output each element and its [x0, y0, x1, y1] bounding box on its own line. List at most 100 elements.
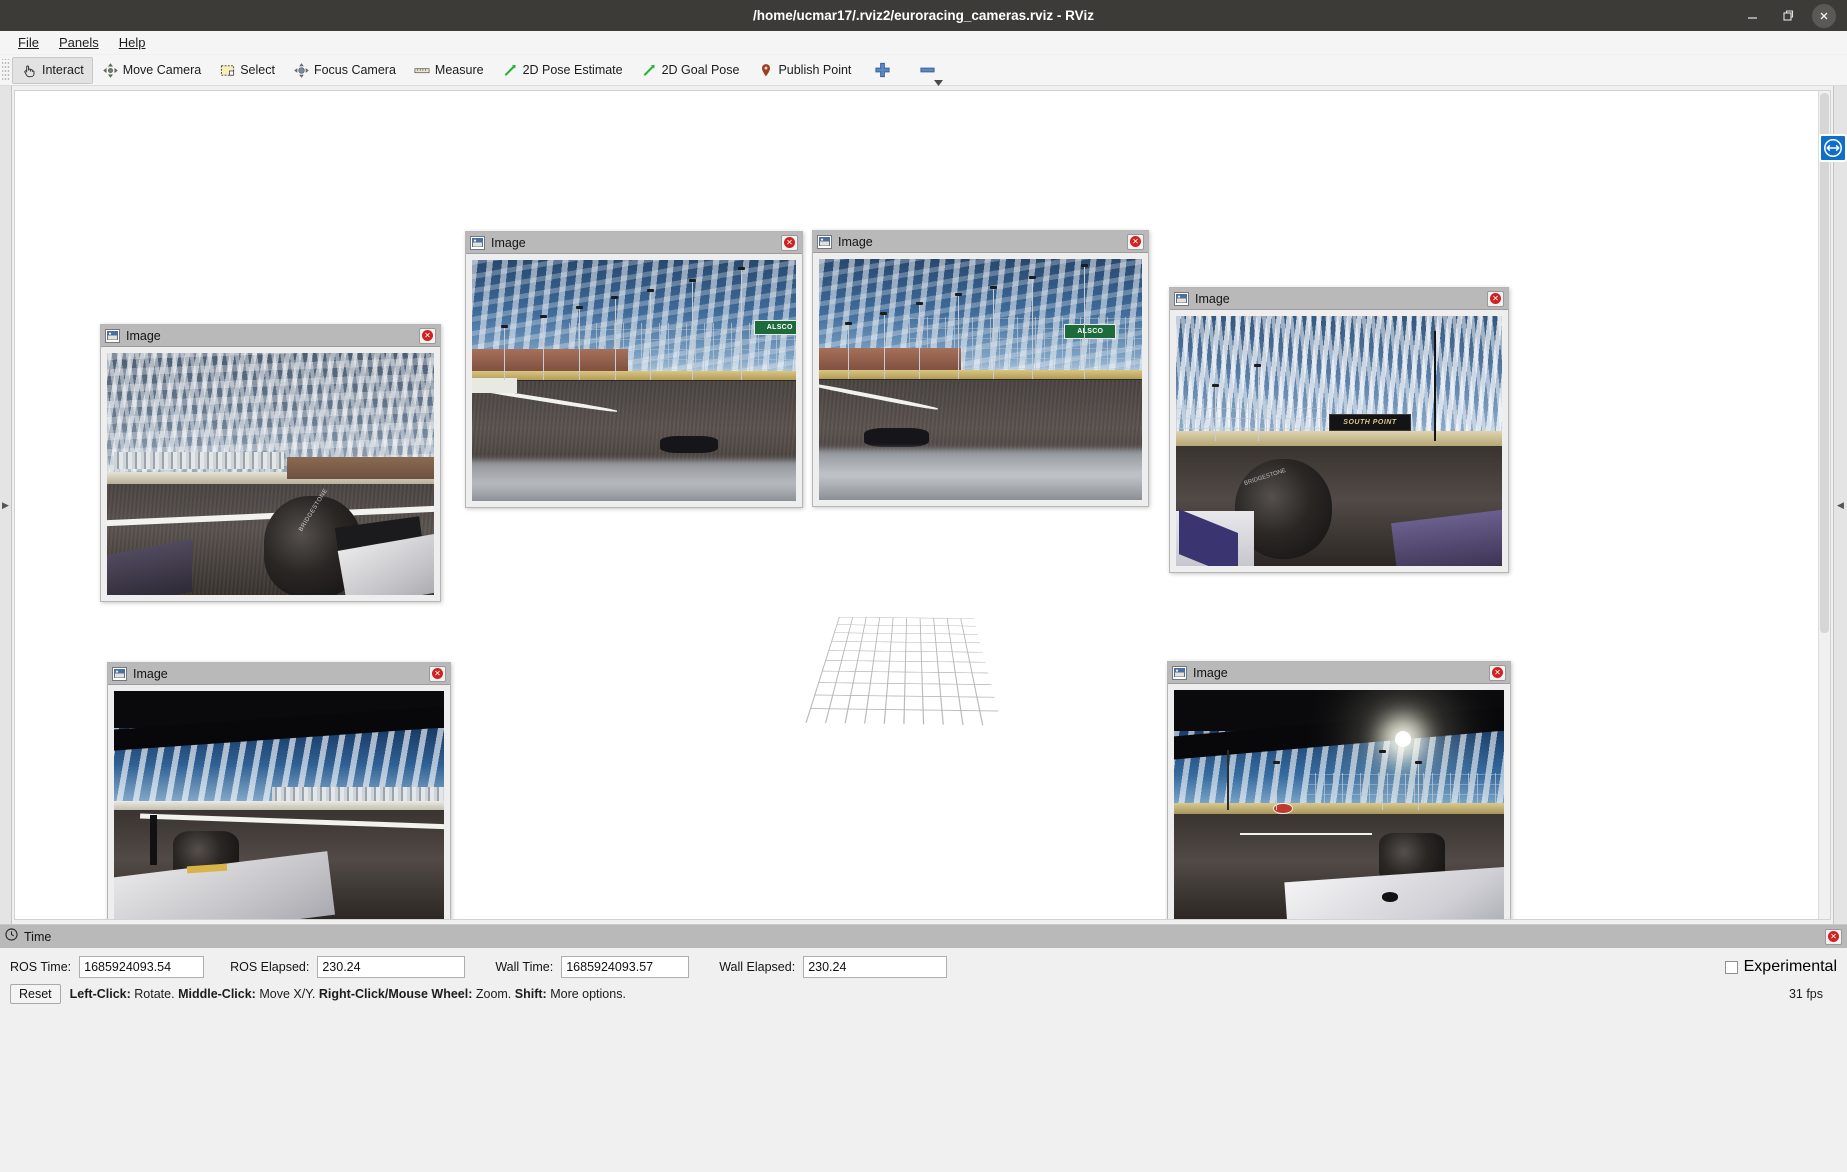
menu-panels[interactable]: Panels — [49, 33, 109, 52]
image-panel-center-left[interactable]: Image ✕ ALSCO — [465, 231, 803, 508]
tool-measure-button[interactable]: Measure — [405, 57, 493, 84]
camera-view-center-left: ALSCO — [472, 260, 796, 501]
close-icon[interactable] — [1807, 0, 1841, 31]
image-panel-right[interactable]: Image ✕ SOUTH POINT BRIDGESTONE — [1169, 287, 1509, 573]
tool-move-camera-label: Move Camera — [122, 63, 202, 77]
expand-left-panel-arrow[interactable]: ▶ — [2, 500, 9, 511]
tool-interact-button[interactable]: Interact — [12, 56, 93, 84]
collapse-right-panel-arrow[interactable]: ◀ — [1837, 500, 1844, 511]
tool-focus-camera-button[interactable]: Focus Camera — [284, 57, 405, 84]
fps-counter: 31 fps — [1788, 987, 1823, 1001]
time-panel-wrapper: Time ✕ ROS Time: ROS Elapsed: Wall Time:… — [0, 924, 1847, 1012]
remove-tool-icon[interactable] — [919, 62, 944, 86]
grid-display — [805, 581, 1005, 731]
image-panel-center-left-close-button[interactable]: ✕ — [781, 234, 798, 251]
tool-measure-label: Measure — [434, 63, 484, 77]
ros-elapsed-field[interactable] — [317, 956, 466, 978]
window-controls — [1735, 0, 1841, 31]
left-dock-handle[interactable]: ▶ — [0, 86, 12, 924]
image-panel-left-body: BRIDGESTONE — [101, 347, 440, 601]
reset-button[interactable]: Reset — [10, 984, 61, 1004]
mouse-hints: Left-Click: Rotate. Middle-Click: Move X… — [70, 987, 626, 1001]
scrollbar-thumb[interactable] — [1820, 93, 1829, 633]
track-sign-alsco: ALSCO — [1064, 324, 1117, 339]
image-panel-left[interactable]: Image ✕ BRIDGESTONE — [100, 324, 441, 602]
time-panel-close-button[interactable]: ✕ — [1825, 928, 1842, 945]
image-panel-left-title: Image — [126, 328, 161, 343]
experimental-checkbox[interactable] — [1724, 960, 1738, 974]
camera-view-left: BRIDGESTONE — [107, 353, 434, 595]
clock-icon — [5, 927, 18, 946]
image-panel-right-body: SOUTH POINT BRIDGESTONE — [1170, 310, 1508, 572]
tool-2d-pose-estimate-button[interactable]: 2D Pose Estimate — [493, 57, 632, 84]
menubar: File Panels Help — [0, 31, 1847, 55]
right-dock-handle[interactable]: ◀ — [1833, 86, 1847, 924]
ruler-icon — [414, 62, 431, 79]
camera-view-bottom-left — [114, 691, 444, 919]
tool-select-label: Select — [240, 63, 275, 77]
image-panel-right-header[interactable]: Image ✕ — [1170, 288, 1508, 310]
tool-move-camera-button[interactable]: Move Camera — [93, 57, 211, 84]
hint-shift-key: Shift: — [514, 987, 547, 1001]
image-panel-center-right-header[interactable]: Image ✕ — [813, 231, 1148, 253]
image-panel-bottom-left-header[interactable]: Image ✕ — [108, 663, 450, 685]
move-camera-icon — [102, 62, 119, 79]
tool-select-button[interactable]: Select — [210, 57, 284, 84]
tool-2d-goal-pose-button[interactable]: 2D Goal Pose — [632, 57, 749, 84]
image-panel-center-left-body: ALSCO — [466, 254, 802, 507]
image-panel-center-right[interactable]: Image ✕ ALSCO — [812, 230, 1149, 507]
image-display-icon — [817, 234, 832, 249]
menu-help[interactable]: Help — [109, 33, 156, 52]
image-panel-bottom-right-header[interactable]: Image ✕ — [1168, 662, 1510, 684]
image-panel-bottom-right-title: Image — [1193, 665, 1228, 680]
wall-time-field[interactable] — [561, 956, 690, 978]
image-panel-center-right-close-button[interactable]: ✕ — [1127, 233, 1144, 250]
image-panel-bottom-left-close-button[interactable]: ✕ — [429, 665, 446, 682]
teamviewer-icon[interactable] — [1819, 134, 1847, 162]
image-panel-center-left-header[interactable]: Image ✕ — [466, 232, 802, 254]
image-panel-bottom-right-close-button[interactable]: ✕ — [1489, 664, 1506, 681]
image-panel-left-header[interactable]: Image ✕ — [101, 325, 440, 347]
add-tool-icon[interactable] — [874, 62, 891, 79]
select-rect-icon — [219, 62, 236, 79]
image-panel-right-close-button[interactable]: ✕ — [1487, 290, 1504, 307]
pose-arrow-icon — [502, 62, 519, 79]
focus-camera-icon — [293, 62, 310, 79]
status-bar: Reset Left-Click: Rotate. Middle-Click: … — [0, 982, 1847, 1004]
main-area: ▶ Image ✕ BRIDGESTONE Image ✕ ALSCO Imag… — [0, 86, 1847, 924]
tool-interact-label: Interact — [42, 63, 84, 77]
hint-right-click-key: Right-Click/Mouse Wheel: — [318, 987, 473, 1001]
image-panel-center-right-title: Image — [838, 234, 873, 249]
toolbar-drag-handle[interactable] — [2, 59, 10, 81]
viewport-vertical-scrollbar[interactable] — [1818, 91, 1830, 919]
image-panel-bottom-right[interactable]: Image ✕ — [1167, 661, 1511, 919]
ros-time-label: ROS Time: — [10, 960, 72, 974]
menu-file[interactable]: File — [8, 33, 49, 52]
time-panel-header[interactable]: Time ✕ — [0, 925, 1847, 948]
menu-panels-label: Panels — [58, 35, 99, 50]
image-display-icon — [112, 666, 127, 681]
minimize-icon[interactable] — [1735, 0, 1769, 31]
ros-time-field[interactable] — [79, 956, 205, 978]
tool-publish-point-label: Publish Point — [778, 63, 852, 77]
hand-cursor-icon — [21, 62, 38, 79]
map-pin-icon — [757, 62, 774, 79]
wall-elapsed-field[interactable] — [803, 956, 948, 978]
image-display-icon — [1172, 665, 1187, 680]
image-panel-left-close-button[interactable]: ✕ — [419, 327, 436, 344]
hint-shift-value: More options. — [550, 987, 626, 1001]
tool-publish-point-button[interactable]: Publish Point — [748, 57, 860, 84]
window-title: /home/ucmar17/.rviz2/euroracing_cameras.… — [753, 8, 1094, 23]
hint-middle-click-key: Middle-Click: — [178, 987, 256, 1001]
restore-icon[interactable] — [1771, 0, 1805, 31]
ros-elapsed-label: ROS Elapsed: — [230, 960, 310, 974]
track-sign-south-point: SOUTH POINT — [1329, 413, 1411, 431]
image-panel-center-left-title: Image — [491, 235, 526, 250]
goal-arrow-icon — [641, 62, 658, 79]
wall-time-label: Wall Time: — [495, 960, 554, 974]
image-panel-right-title: Image — [1195, 291, 1230, 306]
image-panel-bottom-left[interactable]: Image ✕ — [107, 662, 451, 919]
experimental-label: Experimental — [1743, 958, 1837, 975]
experimental-toggle[interactable]: Experimental — [1724, 958, 1837, 976]
render-viewport[interactable]: Image ✕ BRIDGESTONE Image ✕ ALSCO Image … — [14, 90, 1831, 920]
